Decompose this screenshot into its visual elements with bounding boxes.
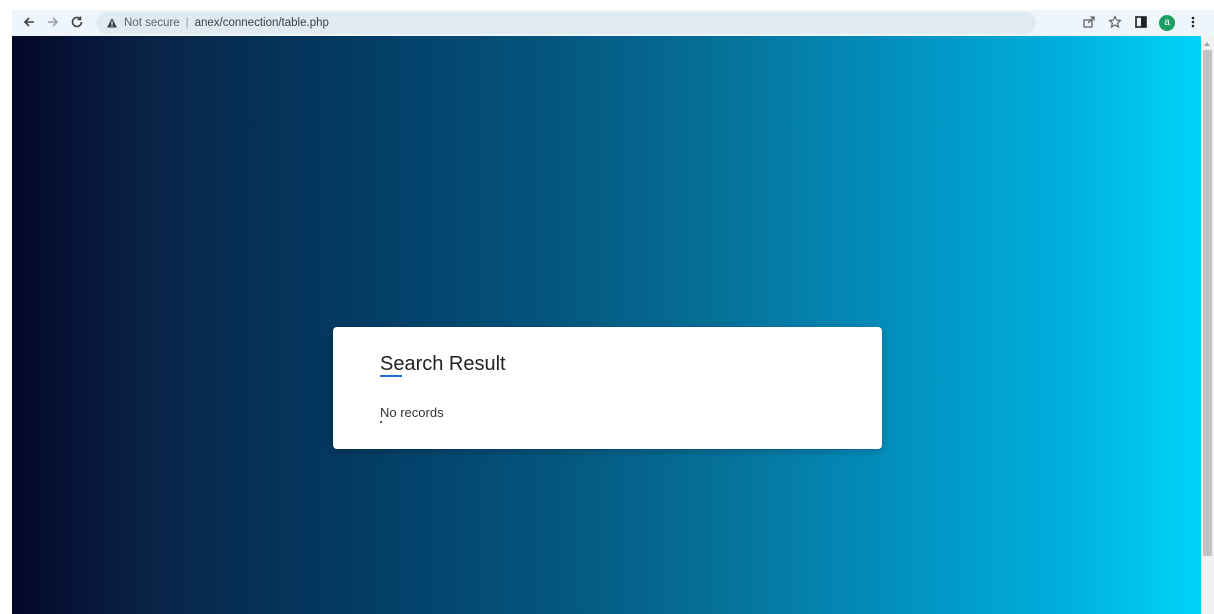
bookmark-button[interactable]	[1104, 12, 1126, 34]
menu-button[interactable]	[1182, 12, 1204, 34]
arrow-left-icon	[22, 15, 36, 32]
address-separator: |	[185, 17, 189, 29]
vertical-scrollbar[interactable]	[1201, 36, 1214, 614]
no-records-message: No records	[380, 405, 444, 420]
back-button[interactable]	[18, 12, 40, 34]
scroll-up-arrow-icon[interactable]	[1204, 42, 1210, 46]
window-left-edge	[0, 0, 12, 614]
reload-button[interactable]	[66, 12, 88, 34]
address-bar[interactable]: Not secure | anex/connection/table.php	[96, 12, 1036, 34]
url-text[interactable]: anex/connection/table.php	[195, 17, 329, 29]
security-label[interactable]: Not secure	[124, 17, 180, 29]
text-dot	[380, 421, 382, 423]
toolbar-actions: a	[1074, 12, 1214, 34]
card-title: Search Result	[380, 353, 506, 375]
browser-toolbar: Not secure | anex/connection/table.php a	[12, 10, 1214, 36]
scrollbar-thumb[interactable]	[1203, 50, 1212, 556]
page-viewport	[12, 36, 1201, 614]
search-result-card: Search Result No records	[333, 327, 882, 449]
side-panel-button[interactable]	[1130, 12, 1152, 34]
arrow-right-icon	[46, 15, 60, 32]
side-panel-icon	[1134, 15, 1148, 32]
warning-triangle-icon	[106, 17, 118, 29]
kebab-menu-icon	[1186, 15, 1200, 32]
forward-button[interactable]	[42, 12, 64, 34]
reload-icon	[70, 15, 84, 32]
title-underline	[380, 375, 402, 377]
share-button[interactable]	[1078, 12, 1100, 34]
share-icon	[1082, 15, 1096, 32]
star-icon	[1108, 14, 1122, 32]
avatar: a	[1159, 15, 1175, 31]
browser-window: Not secure | anex/connection/table.php a…	[0, 0, 1214, 614]
profile-button[interactable]: a	[1156, 12, 1178, 34]
